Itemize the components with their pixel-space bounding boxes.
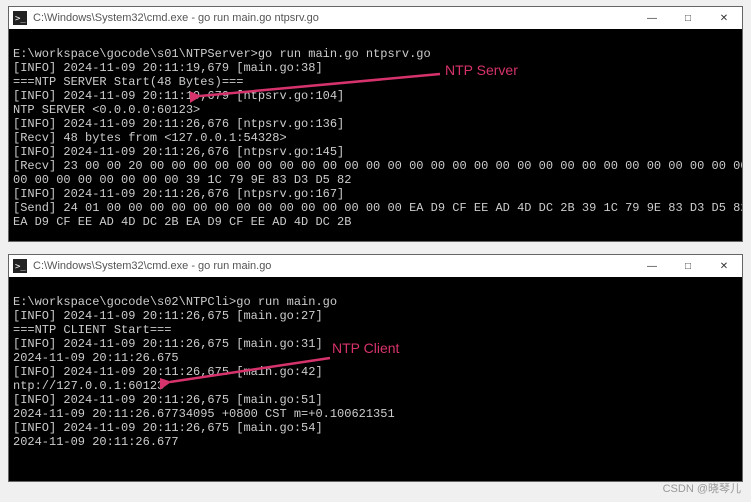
- window-controls-bot: — □ ✕: [634, 255, 742, 277]
- cmd-icon: >_: [13, 259, 27, 273]
- maximize-button[interactable]: □: [670, 255, 706, 277]
- close-button[interactable]: ✕: [706, 255, 742, 277]
- window-controls-top: — □ ✕: [634, 7, 742, 29]
- cmd-icon: >_: [13, 11, 27, 25]
- watermark: CSDN @晓琴儿: [663, 480, 741, 496]
- close-button[interactable]: ✕: [706, 7, 742, 29]
- titlebar-top[interactable]: >_ C:\Windows\System32\cmd.exe - go run …: [9, 7, 742, 29]
- svg-text:>_: >_: [15, 262, 26, 272]
- maximize-button[interactable]: □: [670, 7, 706, 29]
- terminal-output-top: E:\workspace\gocode\s01\NTPServer>go run…: [9, 29, 742, 233]
- window-title-top: C:\Windows\System32\cmd.exe - go run mai…: [33, 12, 634, 24]
- window-ntp-client: >_ C:\Windows\System32\cmd.exe - go run …: [8, 254, 743, 482]
- minimize-button[interactable]: —: [634, 7, 670, 29]
- window-title-bot: C:\Windows\System32\cmd.exe - go run mai…: [33, 260, 634, 272]
- window-ntp-server: >_ C:\Windows\System32\cmd.exe - go run …: [8, 6, 743, 242]
- svg-text:>_: >_: [15, 14, 26, 24]
- titlebar-bot[interactable]: >_ C:\Windows\System32\cmd.exe - go run …: [9, 255, 742, 277]
- terminal-output-bot: E:\workspace\gocode\s02\NTPCli>go run ma…: [9, 277, 742, 453]
- minimize-button[interactable]: —: [634, 255, 670, 277]
